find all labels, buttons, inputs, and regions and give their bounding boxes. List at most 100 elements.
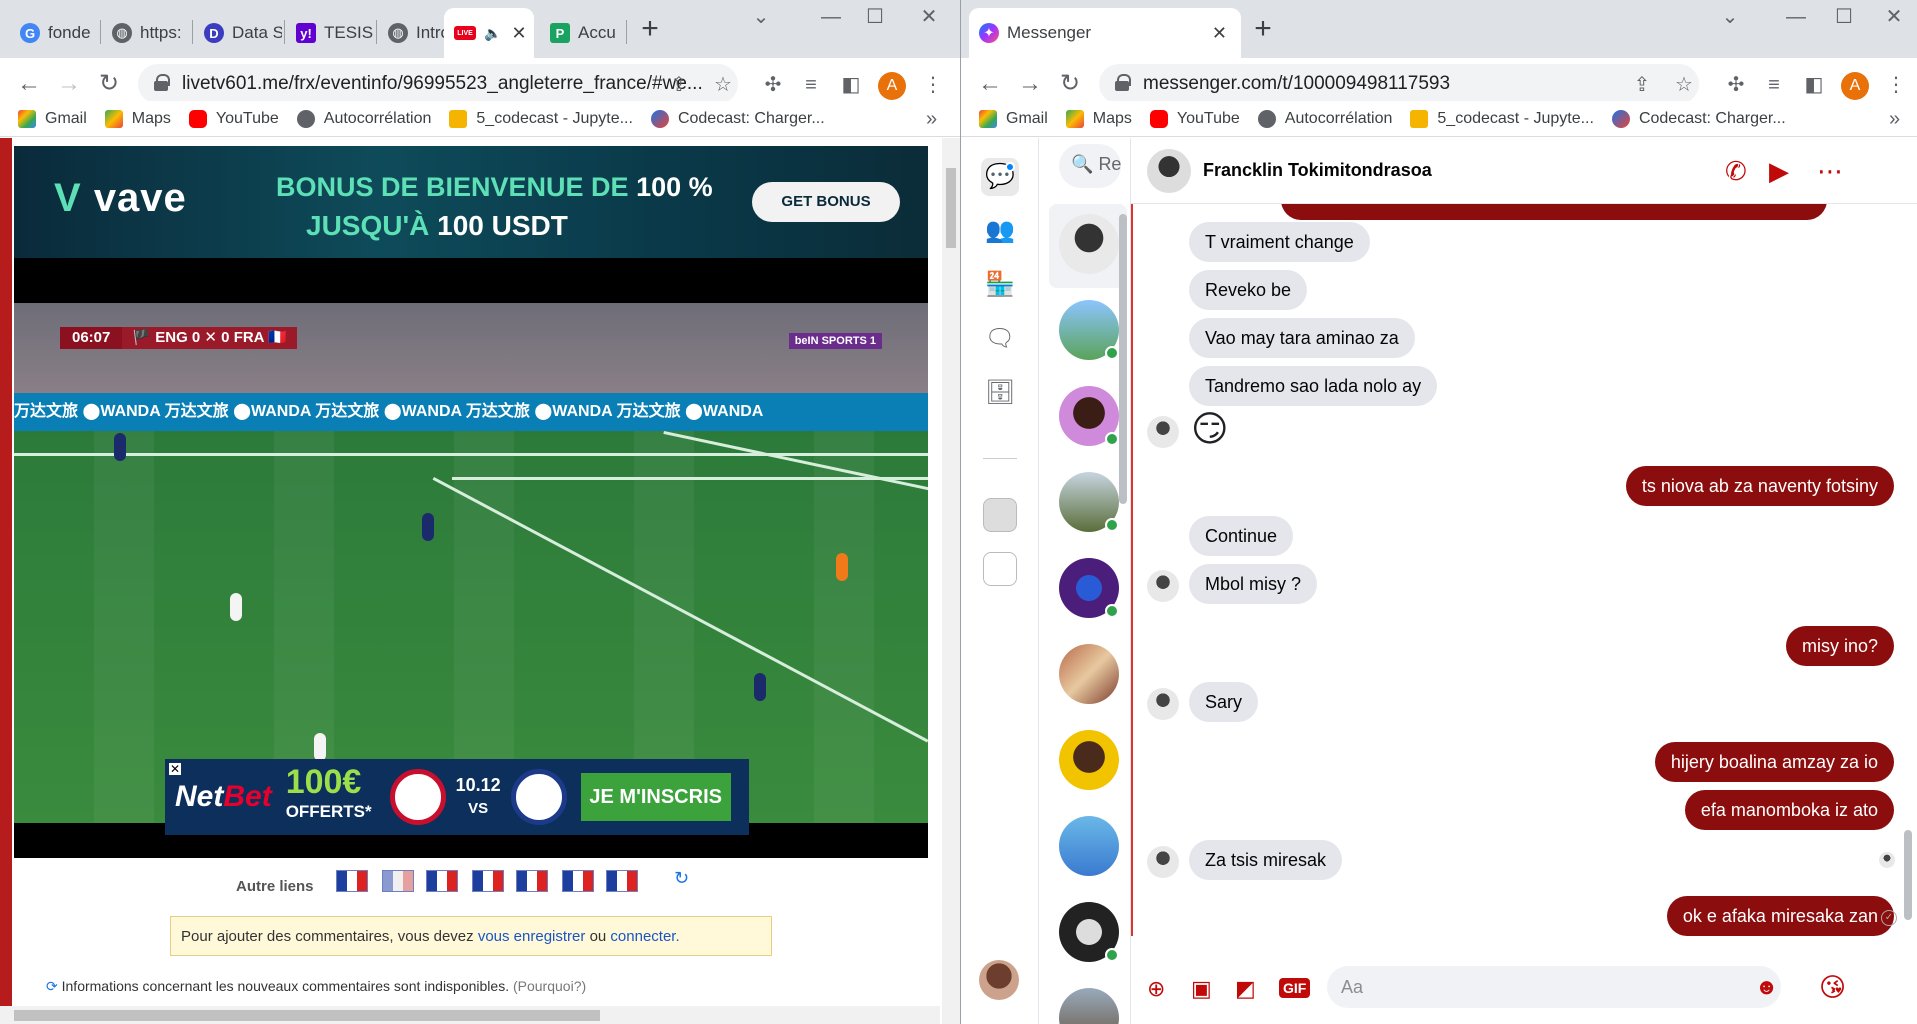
connect-link[interactable]: connecter. — [610, 928, 679, 945]
conversation-avatar[interactable] — [1059, 644, 1119, 704]
bookmark-autocorrelation[interactable]: Autocorrélation — [1257, 109, 1392, 128]
more-options-icon[interactable]: ⋯ — [1817, 156, 1843, 187]
close-window-button[interactable]: ✕ — [906, 0, 952, 34]
message-bubble-out[interactable]: hijery boalina amzay za io — [1654, 742, 1894, 782]
link-flag-4[interactable] — [472, 870, 504, 892]
forward-arrow-icon[interactable]: → — [1015, 70, 1045, 100]
message-bubble-out[interactable]: ts niova ab za naventy fotsiny — [1625, 466, 1894, 506]
bookmark-codecast-jupyter[interactable]: 5_codecast - Jupyte... — [449, 109, 633, 128]
minimize-button[interactable]: — — [808, 0, 854, 34]
message-bubble-in[interactable]: Reveko be — [1189, 270, 1308, 310]
people-icon[interactable]: 👥 — [981, 212, 1019, 250]
tab-google[interactable]: Gfonde — [10, 8, 98, 58]
message-bubble-out[interactable] — [1281, 204, 1827, 220]
bookmark-maps[interactable]: Maps — [104, 109, 171, 128]
tab-search-icon[interactable]: ⌄ — [1707, 0, 1753, 34]
tab-messenger[interactable]: ✦ Messenger ✕ — [969, 8, 1241, 58]
extensions-icon[interactable]: ✣ — [1723, 72, 1749, 98]
profile-avatar[interactable]: A — [878, 72, 906, 100]
send-emoji-icon[interactable]: 😘 — [1819, 972, 1846, 1003]
bookmark-youtube[interactable]: YouTube — [188, 109, 279, 128]
vave-ad-banner[interactable]: V vave BONUS DE BIENVENUE DE 100 % JUSQU… — [14, 146, 928, 258]
media-control-icon[interactable]: ≡ — [798, 72, 824, 98]
tab-search-icon[interactable]: ⌄ — [738, 0, 784, 34]
message-bubble-in[interactable]: Continue — [1189, 516, 1294, 556]
tab-data-science[interactable]: D Data S — [194, 8, 282, 58]
reload-icon[interactable]: ↻ — [1055, 70, 1085, 100]
link-flag-2[interactable] — [382, 870, 414, 892]
contact-name[interactable]: Francklin Tokimitondrasoa — [1203, 160, 1432, 181]
address-bar[interactable]: livetv601.me/frx/eventinfo/96995523_angl… — [138, 64, 738, 104]
contact-avatar[interactable] — [1147, 148, 1191, 193]
message-bubble-in[interactable]: Tandremo sao lada nolo ay — [1189, 366, 1438, 406]
page-horizontal-scrollbar[interactable] — [0, 1006, 940, 1024]
link-flag-5[interactable] — [516, 870, 548, 892]
close-ad-icon[interactable]: ✕ — [169, 763, 181, 775]
link-flag-7[interactable] — [606, 870, 638, 892]
back-arrow-icon[interactable]: ← — [975, 70, 1005, 100]
tab-tesis[interactable]: y! TESIS — [286, 8, 374, 58]
maximize-button[interactable]: ☐ — [852, 0, 898, 34]
profile-avatar[interactable]: A — [1841, 72, 1869, 100]
netbet-signup-button[interactable]: JE M'INSCRIS — [580, 773, 731, 821]
close-window-button[interactable]: ✕ — [1871, 0, 1917, 34]
phone-icon[interactable]: ✆ — [1725, 156, 1747, 187]
message-input[interactable]: Aa — [1327, 966, 1781, 1008]
smirk-emoji[interactable]: 😏 — [1191, 408, 1229, 450]
refresh-links-icon[interactable]: ↻ — [674, 868, 689, 889]
link-flag-1[interactable] — [336, 870, 368, 892]
menu-icon[interactable]: ⋮ — [1883, 72, 1909, 98]
video-call-icon[interactable]: ▶ — [1769, 156, 1789, 187]
archive-icon[interactable]: 🗄 — [981, 374, 1019, 412]
community-icon[interactable] — [983, 552, 1017, 586]
close-tab-icon[interactable]: ✕ — [1212, 23, 1227, 44]
bookmark-codecast-charger[interactable]: Codecast: Charger... — [1611, 109, 1786, 128]
message-bubble-in[interactable]: Mbol misy ? — [1189, 564, 1318, 604]
marketplace-icon[interactable]: 🏪 — [981, 266, 1019, 304]
side-panel-icon[interactable]: ◧ — [838, 72, 864, 98]
message-bubble-in[interactable]: Za tsis miresak — [1189, 840, 1343, 880]
more-bookmarks-chevron-icon[interactable]: » — [926, 101, 937, 137]
forward-arrow-icon[interactable]: → — [54, 70, 84, 100]
message-requests-icon[interactable]: 🗨 — [981, 320, 1019, 358]
emoji-picker-icon[interactable]: ☻ — [1755, 974, 1778, 1000]
address-bar[interactable]: messenger.com/t/100009498117593 — [1099, 64, 1699, 104]
get-bonus-button[interactable]: GET BONUS — [752, 182, 900, 222]
bookmark-youtube[interactable]: YouTube — [1149, 109, 1240, 128]
sticker-icon[interactable]: ◩ — [1235, 976, 1256, 1002]
page-vertical-scrollbar[interactable] — [942, 138, 960, 1024]
tab-accu[interactable]: P Accu — [540, 8, 626, 58]
conversation-avatar[interactable] — [1059, 816, 1119, 876]
register-link[interactable]: vous enregistrer — [478, 928, 586, 945]
bookmark-star-icon[interactable]: ☆ — [710, 72, 736, 98]
bookmark-gmail[interactable]: Gmail — [18, 109, 87, 128]
conversation-avatar[interactable] — [1059, 730, 1119, 790]
conversation-avatar-francklin[interactable] — [1059, 214, 1119, 274]
message-bubble-in[interactable]: T vraiment change — [1189, 222, 1370, 262]
bookmark-star-icon[interactable]: ☆ — [1671, 72, 1697, 98]
bookmark-codecast-charger[interactable]: Codecast: Charger... — [650, 109, 825, 128]
new-tab-button[interactable]: + — [1245, 12, 1281, 48]
message-scrollbar[interactable] — [1901, 208, 1915, 942]
tab-https[interactable]: ◍ https: — [102, 8, 190, 58]
community-icon[interactable] — [983, 498, 1017, 532]
bookmark-gmail[interactable]: Gmail — [979, 109, 1048, 128]
video-player[interactable]: V vave BONUS DE BIENVENUE DE 100 % JUSQU… — [14, 146, 928, 858]
message-bubble-out[interactable]: efa manomboka iz ato — [1684, 790, 1894, 830]
message-bubble-out[interactable]: ok e afaka miresaka zan — [1666, 896, 1894, 936]
message-bubble-in[interactable]: Vao may tara aminao za — [1189, 318, 1415, 358]
image-icon[interactable]: ▣ — [1191, 976, 1212, 1002]
message-bubble-in[interactable]: Sary — [1189, 682, 1259, 722]
media-control-icon[interactable]: ≡ — [1761, 72, 1787, 98]
share-icon[interactable]: ⇪ — [1629, 72, 1655, 98]
side-panel-icon[interactable]: ◧ — [1801, 72, 1827, 98]
reload-icon[interactable]: ↻ — [94, 70, 124, 100]
minimize-button[interactable]: — — [1773, 0, 1819, 34]
message-bubble-out[interactable]: misy ino? — [1785, 626, 1894, 666]
gif-icon[interactable]: GIF — [1279, 978, 1311, 998]
plus-icon[interactable]: ⊕ — [1147, 976, 1165, 1002]
bookmark-codecast-jupyter[interactable]: 5_codecast - Jupyte... — [1410, 109, 1594, 128]
bookmark-autocorrelation[interactable]: Autocorrélation — [296, 109, 431, 128]
link-flag-3[interactable] — [426, 870, 458, 892]
bookmark-maps[interactable]: Maps — [1065, 109, 1132, 128]
